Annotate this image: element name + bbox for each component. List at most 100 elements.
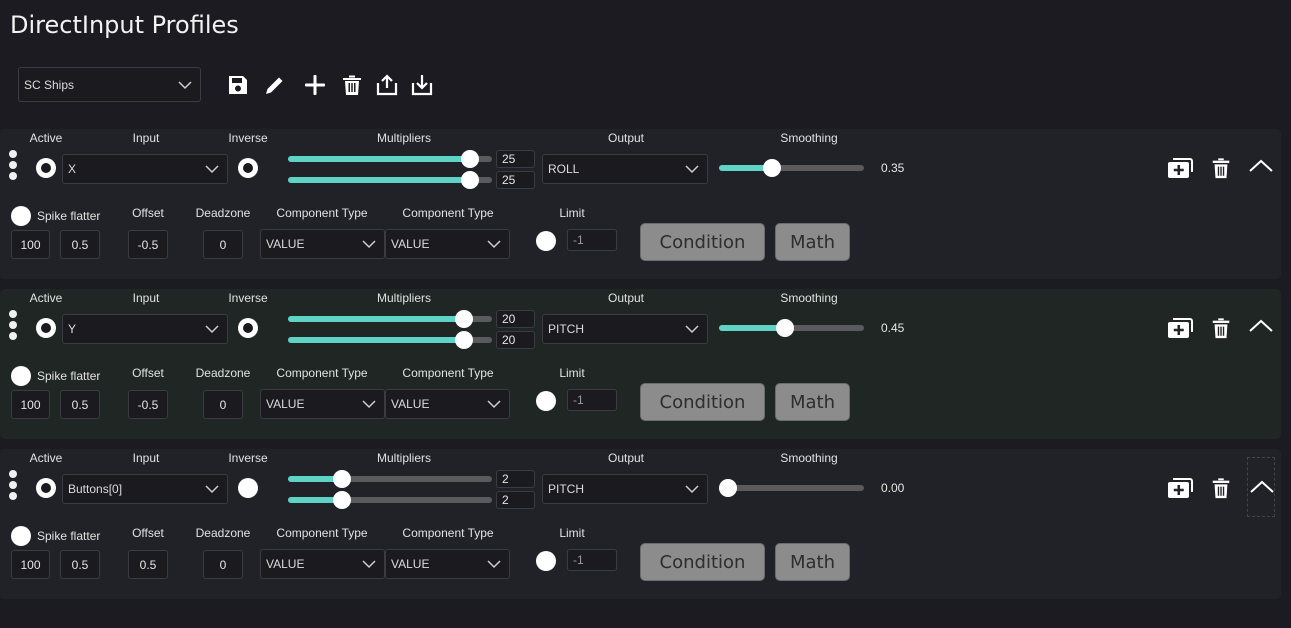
input-select[interactable]: Buttons[0] [62, 474, 228, 504]
component-type-1-value: VALUE [266, 237, 305, 251]
add-icon[interactable] [303, 73, 327, 97]
offset-input[interactable]: -0.5 [128, 390, 168, 419]
multiplier-1-value[interactable]: 2 [496, 470, 535, 488]
deadzone-input[interactable]: 0 [203, 390, 243, 419]
component-type-1-select[interactable]: VALUE [260, 229, 385, 259]
multipliers-label: Multipliers [376, 291, 432, 305]
slider-thumb[interactable] [776, 319, 795, 337]
condition-button[interactable]: Condition [640, 543, 765, 581]
collapse-toggle[interactable] [1247, 297, 1275, 357]
import-icon[interactable] [410, 73, 434, 97]
input-select[interactable]: X [62, 154, 228, 184]
slider-thumb[interactable] [460, 171, 479, 189]
spike-flatter-toggle[interactable] [11, 366, 31, 386]
chevron-down-icon [362, 240, 376, 249]
output-select[interactable]: ROLL [542, 154, 708, 184]
slider-thumb[interactable] [455, 310, 474, 328]
active-toggle[interactable] [36, 318, 56, 338]
output-select[interactable]: PITCH [542, 474, 708, 504]
spike-flatter-threshold-input[interactable]: 100 [11, 550, 50, 579]
delete-row-icon[interactable] [1210, 316, 1232, 340]
component-type-1-select[interactable]: VALUE [260, 389, 385, 419]
multiplier-slider-1[interactable] [288, 309, 492, 329]
output-select[interactable]: PITCH [542, 314, 708, 344]
slider-thumb[interactable] [332, 470, 351, 488]
drag-handle-icon[interactable] [9, 310, 19, 343]
multiplier-slider-1[interactable] [288, 469, 492, 489]
collapse-toggle[interactable] [1247, 137, 1275, 197]
save-icon[interactable] [226, 73, 250, 97]
multiplier-slider-2[interactable] [288, 170, 492, 190]
condition-button[interactable]: Condition [640, 383, 765, 421]
multiplier-2-value[interactable]: 20 [496, 331, 535, 349]
spike-flatter-threshold-input[interactable]: 100 [11, 230, 50, 259]
math-button[interactable]: Math [775, 383, 850, 421]
spike-flatter-toggle[interactable] [11, 526, 31, 546]
input-select[interactable]: Y [62, 314, 228, 344]
smoothing-slider[interactable] [719, 158, 864, 178]
drag-handle-icon[interactable] [9, 470, 19, 503]
multiplier-slider-2[interactable] [288, 330, 492, 350]
component-type-2-select[interactable]: VALUE [385, 389, 510, 419]
deadzone-input[interactable]: 0 [203, 550, 243, 579]
output-label: Output [607, 291, 645, 305]
multipliers-label: Multipliers [376, 451, 432, 465]
delete-icon[interactable] [340, 73, 364, 97]
multiplier-slider-2[interactable] [288, 490, 492, 510]
slider-thumb[interactable] [763, 159, 782, 177]
smoothing-value: 0.35 [881, 161, 905, 175]
duplicate-icon[interactable] [1167, 476, 1193, 500]
active-toggle[interactable] [36, 158, 56, 178]
edit-icon[interactable] [263, 73, 287, 97]
limit-toggle[interactable] [536, 231, 556, 251]
multiplier-1-value[interactable]: 20 [496, 310, 535, 328]
limit-input[interactable]: -1 [567, 389, 617, 411]
component-type-2-select[interactable]: VALUE [385, 549, 510, 579]
component-type-2-value: VALUE [391, 237, 430, 251]
limit-input[interactable]: -1 [567, 229, 617, 251]
multiplier-slider-1[interactable] [288, 149, 492, 169]
limit-toggle[interactable] [536, 551, 556, 571]
smoothing-slider[interactable] [719, 478, 864, 498]
inverse-toggle[interactable] [238, 478, 258, 498]
active-toggle[interactable] [36, 478, 56, 498]
limit-input[interactable]: -1 [567, 549, 617, 571]
math-button[interactable]: Math [775, 543, 850, 581]
deadzone-input[interactable]: 0 [203, 230, 243, 259]
offset-input[interactable]: 0.5 [128, 550, 168, 579]
delete-row-icon[interactable] [1210, 156, 1232, 180]
condition-button[interactable]: Condition [640, 223, 765, 261]
spike-flatter-threshold-input[interactable]: 100 [11, 390, 50, 419]
spike-flatter-label: Spike flatter [37, 529, 101, 543]
inverse-toggle[interactable] [238, 318, 258, 338]
drag-handle-icon[interactable] [9, 150, 19, 183]
multiplier-2-value[interactable]: 25 [496, 171, 535, 189]
spike-flatter-toggle[interactable] [11, 206, 31, 226]
export-icon[interactable] [375, 73, 399, 97]
spike-flatter-factor-input[interactable]: 0.5 [60, 230, 100, 259]
spike-flatter-factor-input[interactable]: 0.5 [60, 390, 100, 419]
limit-toggle[interactable] [536, 391, 556, 411]
offset-input[interactable]: -0.5 [128, 230, 168, 259]
offset-label: Offset [132, 526, 164, 540]
delete-row-icon[interactable] [1210, 476, 1232, 500]
spike-flatter-factor-input[interactable]: 0.5 [60, 550, 100, 579]
multiplier-2-value[interactable]: 2 [496, 491, 535, 509]
slider-thumb[interactable] [332, 491, 351, 509]
smoothing-label: Smoothing [780, 291, 838, 305]
component-type-2-select[interactable]: VALUE [385, 229, 510, 259]
component-type-1-select[interactable]: VALUE [260, 549, 385, 579]
slider-thumb[interactable] [460, 150, 479, 168]
inverse-toggle[interactable] [238, 158, 258, 178]
smoothing-slider[interactable] [719, 318, 864, 338]
collapse-toggle[interactable] [1247, 457, 1275, 517]
multiplier-1-value[interactable]: 25 [496, 150, 535, 168]
duplicate-icon[interactable] [1167, 316, 1193, 340]
chevron-down-icon [487, 400, 501, 409]
profile-select[interactable]: SC Ships [18, 67, 201, 102]
slider-thumb[interactable] [719, 479, 737, 497]
slider-thumb[interactable] [455, 331, 474, 349]
math-button[interactable]: Math [775, 223, 850, 261]
duplicate-icon[interactable] [1167, 156, 1193, 180]
inverse-label: Inverse [228, 131, 268, 145]
